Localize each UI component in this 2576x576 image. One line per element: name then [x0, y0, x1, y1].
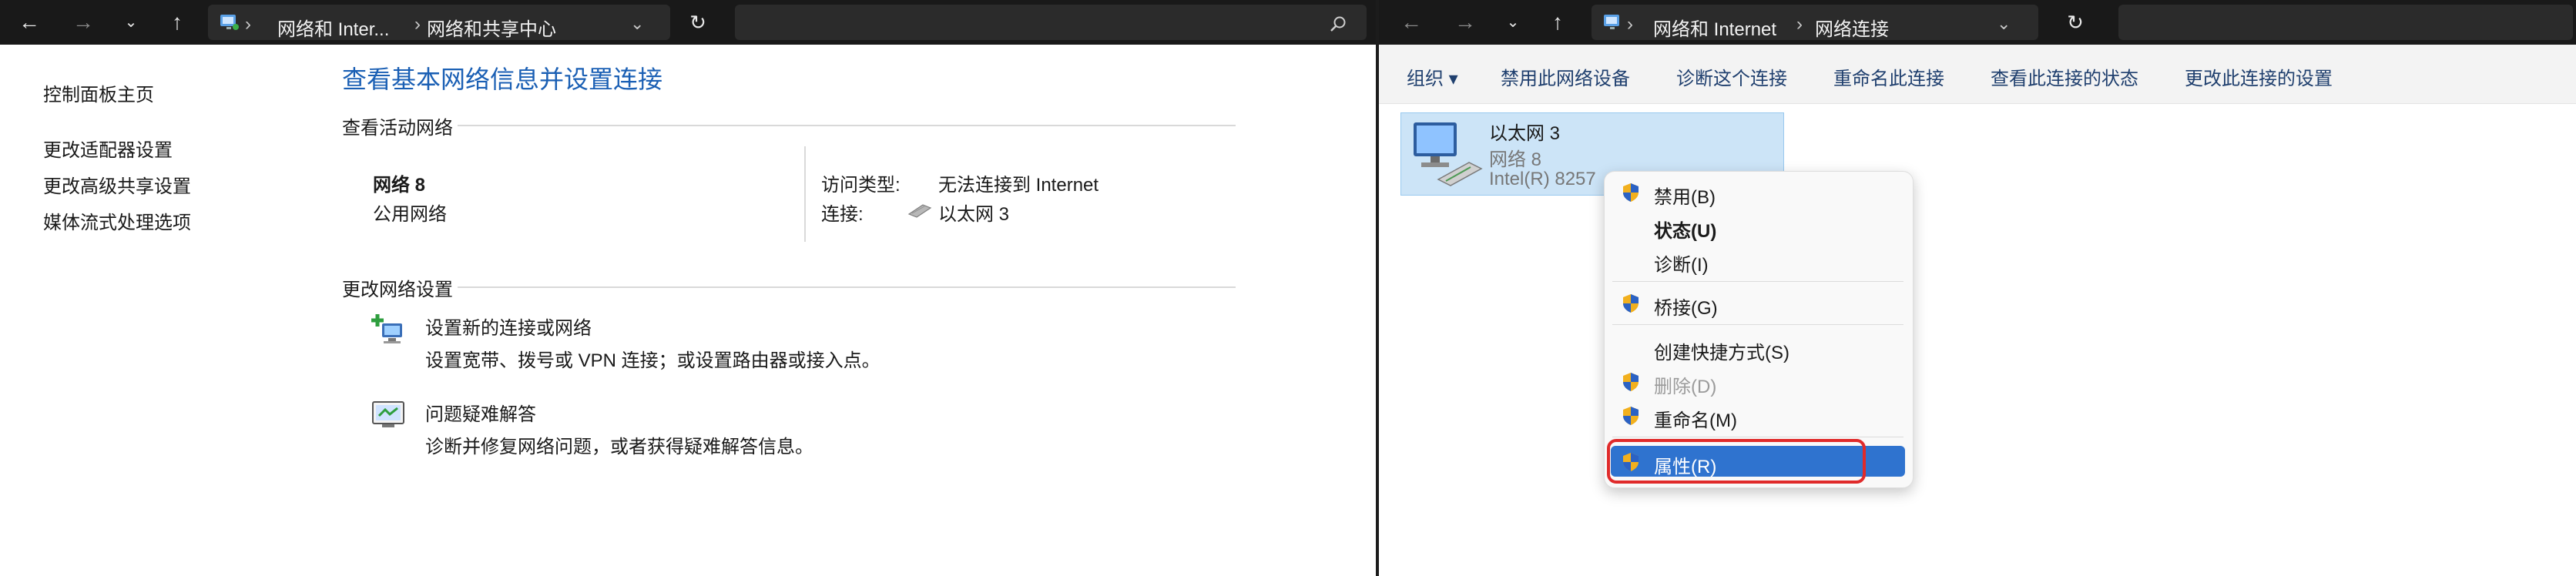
- disable-device-button[interactable]: 禁用此网络设备: [1501, 63, 1630, 90]
- vertical-divider: [804, 146, 806, 242]
- section-divider: [458, 286, 1236, 288]
- diagnose-connection-button[interactable]: 诊断这个连接: [1676, 63, 1787, 90]
- search-box[interactable]: [735, 5, 1367, 40]
- chevron-down-icon[interactable]: ⌄: [1997, 14, 2011, 34]
- breadcrumb-item-network-internet[interactable]: 网络和 Inter...: [277, 14, 389, 41]
- section-divider: [458, 125, 1236, 126]
- new-connection-icon: [371, 314, 402, 343]
- menu-item-disable[interactable]: 禁用(B): [1611, 176, 1905, 208]
- view-status-button[interactable]: 查看此连接的状态: [1991, 63, 2138, 90]
- uac-shield-icon: [1623, 373, 1639, 391]
- adapter-name: 以太网 3: [1489, 123, 1561, 144]
- setup-new-connection-desc: 设置宽带、拨号或 VPN 连接；或设置路由器或接入点。: [425, 350, 880, 371]
- search-icon: [1330, 16, 1346, 32]
- breadcrumb-item-network-internet[interactable]: 网络和 Internet: [1653, 14, 1776, 41]
- adapter-network: 网络 8: [1489, 149, 1542, 170]
- troubleshoot-desc: 诊断并修复网络问题，或者获得疑难解答信息。: [425, 437, 813, 457]
- breadcrumb-item-sharing-center[interactable]: 网络和共享中心: [427, 14, 556, 41]
- control-panel-icon: [220, 15, 239, 30]
- sidebar-item-control-panel-home[interactable]: 控制面板主页: [43, 79, 154, 106]
- access-type-label: 访问类型:: [821, 175, 901, 196]
- network-folder-icon: [1604, 15, 1619, 29]
- menu-separator: [1612, 324, 1903, 325]
- menu-item-status[interactable]: 状态(U): [1611, 210, 1905, 242]
- breadcrumb[interactable]: › 网络和 Inter... › 网络和共享中心 ⌄: [208, 5, 670, 40]
- network-sharing-center-window: ← → ⌄ ↑ › 网络和 Inter... › 网络和共享中心 ⌄ ↻ 控制面…: [0, 0, 1376, 576]
- command-bar: 组织 ▾ 禁用此网络设备 诊断这个连接 重命名此连接 查看此连接的状态 更改此连…: [1379, 45, 2576, 104]
- menu-item-delete: 删除(D): [1611, 366, 1905, 397]
- recent-locations-button[interactable]: ⌄: [1499, 10, 1527, 35]
- rename-connection-button[interactable]: 重命名此连接: [1833, 63, 1944, 90]
- uac-shield-icon: [1623, 294, 1639, 313]
- menu-item-diagnose[interactable]: 诊断(I): [1611, 244, 1905, 276]
- network-name: 网络 8: [373, 175, 426, 196]
- forward-button[interactable]: →: [69, 10, 97, 35]
- connection-label: 连接:: [821, 204, 864, 225]
- change-settings-button[interactable]: 更改此连接的设置: [2185, 63, 2333, 90]
- highlight-annotation: [1607, 439, 1866, 484]
- address-bar: ← → ⌄ ↑ › 网络和 Inter... › 网络和共享中心 ⌄ ↻: [0, 0, 1376, 45]
- organize-menu-button[interactable]: 组织 ▾: [1407, 63, 1458, 90]
- uac-shield-icon: [1623, 407, 1639, 425]
- active-networks-heading: 查看活动网络: [342, 118, 453, 139]
- sidebar-item-media-streaming[interactable]: 媒体流式处理选项: [43, 207, 191, 234]
- back-button[interactable]: ←: [1397, 10, 1425, 35]
- uac-shield-icon: [1623, 183, 1639, 202]
- address-bar: ← → ⌄ ↑ › 网络和 Internet › 网络连接 ⌄ ↻: [1379, 0, 2576, 45]
- page-title: 查看基本网络信息并设置连接: [342, 65, 663, 93]
- breadcrumb[interactable]: › 网络和 Internet › 网络连接 ⌄: [1592, 5, 2038, 40]
- change-settings-heading: 更改网络设置: [342, 280, 453, 300]
- sidebar-item-advanced-sharing[interactable]: 更改高级共享设置: [43, 171, 191, 198]
- network-category: 公用网络: [373, 204, 447, 225]
- forward-button[interactable]: →: [1451, 10, 1479, 35]
- ethernet-icon: [907, 204, 932, 218]
- refresh-button[interactable]: ↻: [684, 10, 712, 35]
- sidebar-item-change-adapter-settings[interactable]: 更改适配器设置: [43, 135, 173, 162]
- access-type-value: 无法连接到 Internet: [938, 175, 1099, 196]
- up-button[interactable]: ↑: [1544, 10, 1571, 35]
- setup-new-connection-link[interactable]: 设置新的连接或网络: [425, 313, 592, 340]
- back-button[interactable]: ←: [15, 10, 43, 35]
- breadcrumb-item-network-connections[interactable]: 网络连接: [1815, 14, 1889, 41]
- menu-item-bridge[interactable]: 桥接(G): [1611, 287, 1905, 319]
- menu-separator: [1612, 281, 1903, 282]
- adapter-device: Intel(R) 8257: [1489, 169, 1596, 189]
- recent-locations-button[interactable]: ⌄: [117, 10, 145, 35]
- chevron-down-icon[interactable]: ⌄: [630, 14, 644, 34]
- up-button[interactable]: ↑: [163, 10, 191, 35]
- troubleshoot-icon: [372, 401, 404, 427]
- search-box[interactable]: [2118, 5, 2573, 40]
- refresh-button[interactable]: ↻: [2061, 10, 2089, 35]
- menu-item-create-shortcut[interactable]: 创建快捷方式(S): [1611, 332, 1905, 363]
- troubleshoot-link[interactable]: 问题疑难解答: [425, 399, 536, 426]
- network-connections-window: ← → ⌄ ↑ › 网络和 Internet › 网络连接 ⌄ ↻ 组织 ▾ 禁…: [1379, 0, 2576, 576]
- connection-link-ethernet[interactable]: 以太网 3: [938, 199, 1009, 226]
- network-adapter-icon: [1414, 122, 1483, 186]
- menu-item-rename[interactable]: 重命名(M): [1611, 400, 1905, 431]
